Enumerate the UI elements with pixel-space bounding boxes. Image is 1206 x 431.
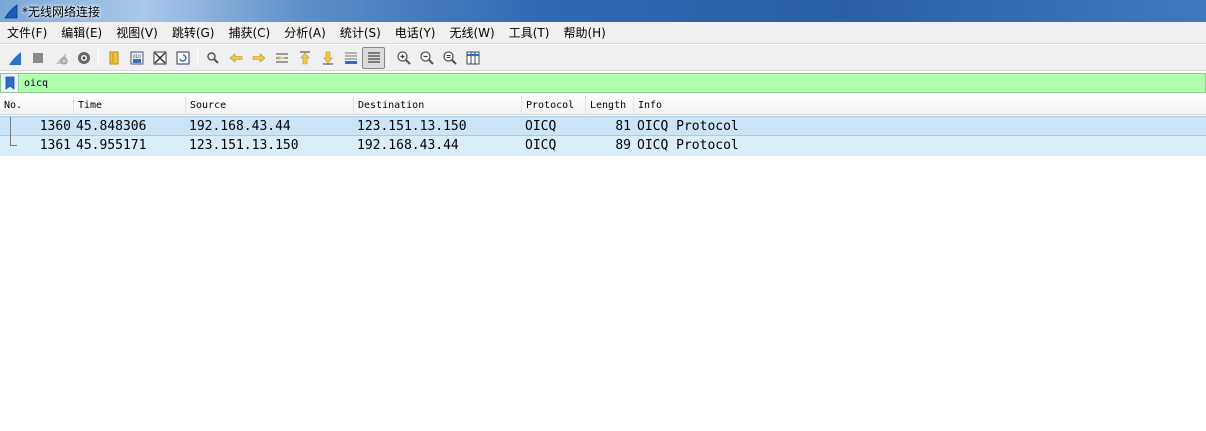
reload-file-icon [176, 51, 189, 64]
menu-statistics[interactable]: 统计(S) [333, 23, 388, 43]
packet-length: 89 [615, 138, 631, 153]
packet-length: 81 [615, 119, 631, 134]
packet-no: 1360 [39, 119, 71, 134]
packet-protocol: OICQ [525, 138, 557, 153]
toolbar-separator [98, 48, 99, 67]
start-capture-button[interactable] [3, 47, 26, 69]
go-first-icon [299, 50, 310, 64]
menu-edit[interactable]: 编辑(E) [54, 23, 109, 43]
go-to-packet-button[interactable] [270, 47, 293, 69]
packet-source: 192.168.43.44 [189, 119, 291, 134]
wireshark-fin-icon [4, 4, 18, 19]
packet-source: 123.151.13.150 [189, 138, 299, 153]
column-header-no[interactable]: No. [0, 96, 74, 115]
go-back-button[interactable] [224, 47, 247, 69]
stop-capture-button[interactable] [26, 47, 49, 69]
resize-columns-button[interactable] [461, 47, 484, 69]
packet-info: OICQ Protocol [637, 119, 739, 134]
menu-analyze[interactable]: 分析(A) [277, 23, 333, 43]
column-header-destination[interactable]: Destination [354, 96, 522, 115]
auto-scroll-icon [344, 52, 357, 64]
restart-capture-icon [55, 52, 68, 65]
menu-view[interactable]: 视图(V) [109, 23, 165, 43]
zoom-out-icon [419, 50, 434, 65]
packet-list: No. Time Source Destination Protocol Len… [0, 96, 1206, 431]
capture-options-icon [77, 51, 90, 64]
packet-info: OICQ Protocol [637, 138, 739, 153]
menu-file[interactable]: 文件(F) [0, 23, 54, 43]
menu-go[interactable]: 跳转(G) [165, 23, 222, 43]
packet-no: 1361 [39, 138, 71, 153]
menu-help[interactable]: 帮助(H) [556, 23, 612, 43]
menu-tools[interactable]: 工具(T) [502, 23, 557, 43]
packet-time: 45.955171 [76, 138, 147, 153]
bookmark-icon [5, 76, 14, 90]
window-title: *无线网络连接 [22, 4, 101, 19]
go-first-button[interactable] [293, 47, 316, 69]
restart-capture-button[interactable] [49, 47, 72, 69]
find-packet-icon [206, 51, 219, 64]
column-header-info[interactable]: Info [634, 96, 1206, 115]
start-capture-icon [8, 51, 21, 65]
table-row[interactable]: 1360 45.848306 192.168.43.44 123.151.13.… [0, 116, 1206, 137]
go-last-icon [322, 51, 333, 65]
save-file-icon: 010 [130, 51, 143, 64]
zoom-in-button[interactable] [392, 47, 415, 69]
zoom-normal-button[interactable] [438, 47, 461, 69]
colorize-button[interactable] [362, 46, 385, 69]
menu-telephony[interactable]: 电话(Y) [388, 23, 443, 43]
menu-bar: 文件(F) 编辑(E) 视图(V) 跳转(G) 捕获(C) 分析(A) 统计(S… [0, 22, 1206, 44]
close-file-icon [153, 51, 166, 64]
save-file-button[interactable]: 010 [125, 47, 148, 69]
open-file-icon [109, 51, 118, 64]
open-file-button[interactable] [102, 47, 125, 69]
svg-text:010: 010 [133, 54, 141, 59]
packet-destination: 123.151.13.150 [357, 119, 467, 134]
column-header-time[interactable]: Time [74, 96, 186, 115]
zoom-in-icon [396, 50, 411, 65]
close-file-button[interactable] [148, 47, 171, 69]
filter-bookmark-button[interactable] [1, 74, 19, 92]
zoom-normal-icon [442, 50, 457, 65]
toolbar-separator [197, 48, 198, 67]
display-filter-bar [0, 73, 1206, 93]
packet-time: 45.848306 [76, 119, 147, 134]
auto-scroll-button[interactable] [339, 47, 362, 69]
resize-columns-icon [466, 51, 479, 64]
menu-capture[interactable]: 捕获(C) [221, 23, 277, 43]
display-filter-input[interactable] [19, 74, 1205, 92]
packet-protocol: OICQ [525, 119, 557, 134]
find-packet-button[interactable] [201, 47, 224, 69]
column-header-protocol[interactable]: Protocol [522, 96, 586, 115]
title-bar: *无线网络连接 [0, 0, 1206, 22]
packet-destination: 192.168.43.44 [357, 138, 459, 153]
menu-wireless[interactable]: 无线(W) [443, 23, 502, 43]
column-header-length[interactable]: Length [586, 96, 634, 115]
main-toolbar: 010 [0, 45, 1206, 71]
stop-capture-icon [32, 52, 43, 63]
reload-file-button[interactable] [171, 47, 194, 69]
packet-list-header: No. Time Source Destination Protocol Len… [0, 96, 1206, 115]
go-to-packet-icon [275, 52, 288, 63]
go-back-icon [229, 52, 242, 63]
colorize-icon [367, 51, 380, 63]
go-forward-button[interactable] [247, 47, 270, 69]
toolbar-separator [388, 48, 389, 67]
table-row[interactable]: 1361 45.955171 123.151.13.150 192.168.43… [0, 136, 1206, 156]
go-last-button[interactable] [316, 47, 339, 69]
capture-options-button[interactable] [72, 47, 95, 69]
zoom-out-button[interactable] [415, 47, 438, 69]
go-forward-icon [252, 52, 265, 63]
column-header-source[interactable]: Source [186, 96, 354, 115]
